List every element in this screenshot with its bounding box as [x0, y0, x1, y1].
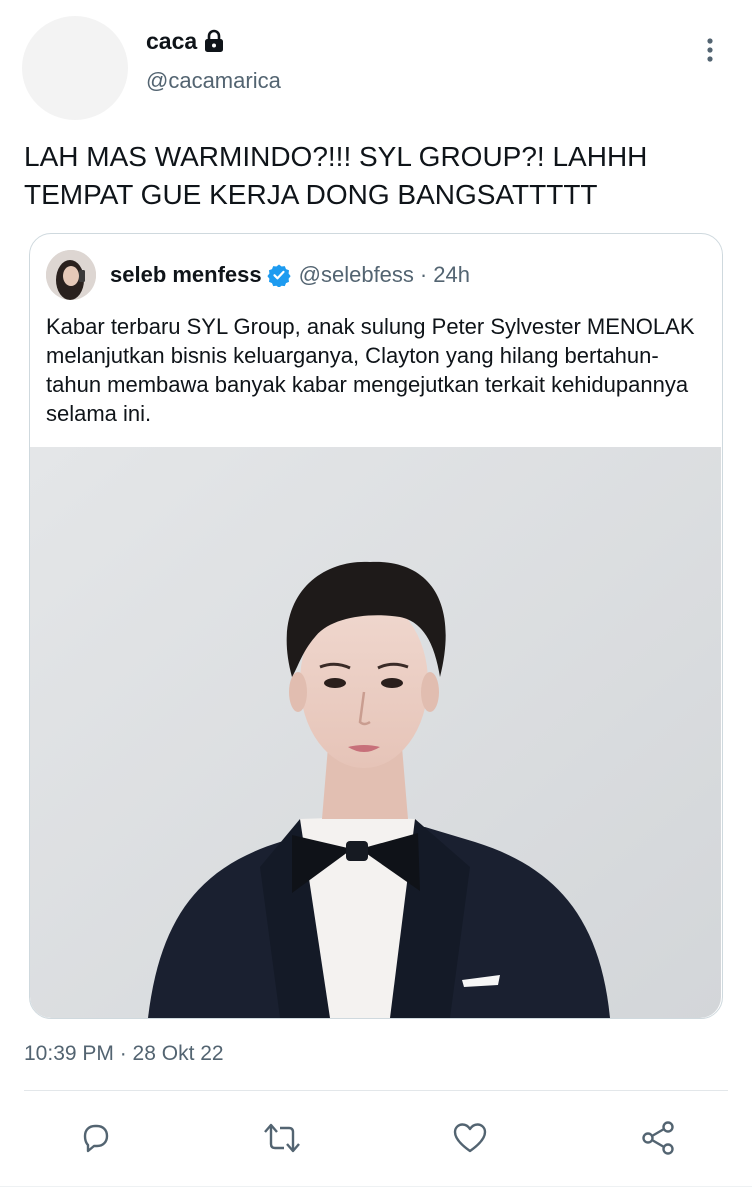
quoted-name-row[interactable]: seleb menfess @selebfess · 24h: [110, 262, 470, 288]
quoted-author-avatar[interactable]: [46, 250, 96, 300]
like-icon[interactable]: [450, 1118, 490, 1158]
lock-icon: [203, 29, 225, 53]
author-avatar[interactable]: [22, 16, 128, 120]
author-name-row[interactable]: caca: [146, 26, 225, 56]
tweet-timestamp[interactable]: 10:39 PM · 28 Okt 22: [24, 1042, 224, 1066]
separator-dot: ·: [419, 262, 428, 287]
quoted-media-photo[interactable]: [30, 447, 721, 1018]
tweet-header: caca @cacamarica: [0, 0, 752, 130]
retweet-icon[interactable]: [262, 1118, 302, 1158]
reply-icon[interactable]: [75, 1118, 115, 1158]
quoted-display-name[interactable]: seleb menfess: [110, 262, 262, 288]
quoted-tweet-text: Kabar terbaru SYL Group, anak sulung Pet…: [46, 314, 695, 426]
action-bar: [0, 1118, 752, 1162]
tweet-text: LAH MAS WARMINDO?!!! SYL GROUP?! LAHHH T…: [24, 141, 648, 210]
verified-badge-icon: [267, 263, 291, 288]
divider: [24, 1090, 728, 1091]
author-handle[interactable]: @cacamarica: [146, 68, 281, 94]
quoted-age[interactable]: 24h: [433, 262, 470, 288]
share-icon[interactable]: [638, 1118, 678, 1158]
bottom-divider: [0, 1186, 752, 1187]
more-vertical-icon[interactable]: [700, 36, 720, 66]
quoted-tweet-card[interactable]: seleb menfess @selebfess · 24h Kabar ter…: [29, 233, 723, 1019]
quoted-handle[interactable]: @selebfess: [299, 262, 414, 288]
author-display-name[interactable]: caca: [146, 28, 197, 55]
